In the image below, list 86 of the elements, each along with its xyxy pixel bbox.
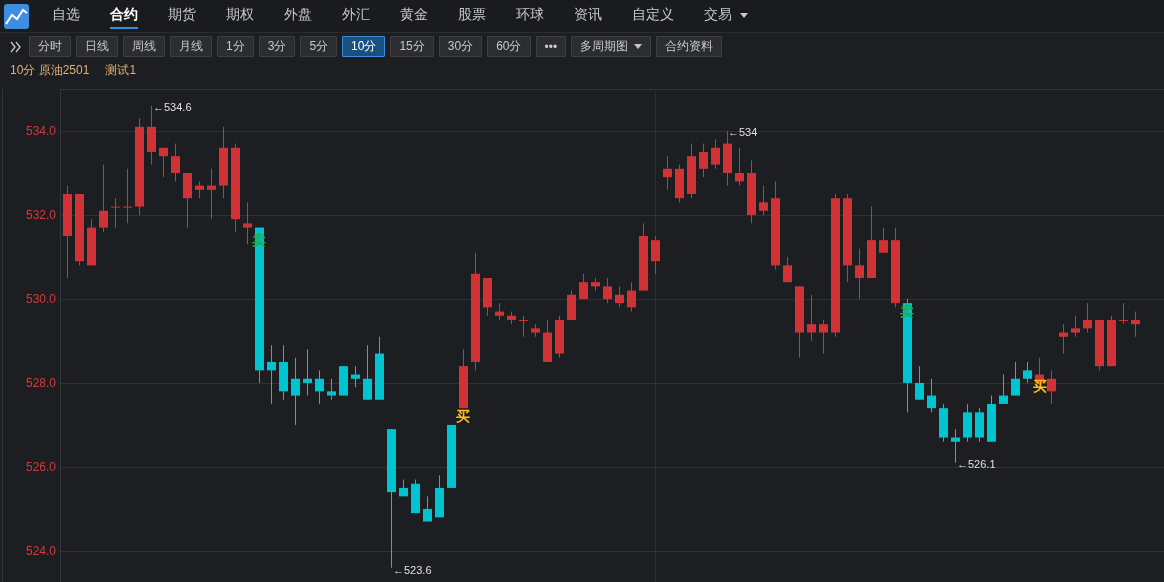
candlestick [1071, 315, 1080, 338]
candlestick [303, 348, 312, 397]
indicator-label: 测试1 [105, 62, 137, 79]
candlestick [651, 235, 660, 275]
nav-tab[interactable]: 自定义 [617, 0, 689, 33]
price-label: ←534 [728, 126, 758, 138]
candlestick [1023, 361, 1032, 384]
nav-tab[interactable]: 期权 [211, 0, 269, 33]
period-button[interactable]: 15分 [390, 36, 434, 57]
candlestick [243, 201, 252, 245]
candlestick [207, 168, 216, 220]
candlestick [999, 374, 1008, 405]
candlestick [123, 168, 132, 224]
period-button[interactable]: 5分 [300, 36, 338, 57]
candlestick [915, 365, 924, 401]
candlestick [291, 357, 300, 426]
candlestick [951, 428, 960, 464]
axis-label: 526.0 [25, 460, 56, 474]
period-button[interactable]: 合约资料 [656, 36, 723, 57]
price-label: ←523.6 [393, 564, 432, 576]
double-chevron-icon[interactable] [10, 40, 22, 53]
candlestick [699, 143, 708, 178]
candlestick [519, 315, 528, 338]
price-label: ←534.6 [153, 101, 192, 113]
candlestick [879, 227, 888, 254]
nav-tab[interactable]: 环球 [501, 0, 559, 33]
candlestick [1047, 369, 1056, 405]
candlestick [327, 378, 336, 401]
candlestick [171, 143, 180, 182]
candlestick [603, 277, 612, 304]
candlestick [111, 197, 120, 229]
nav-tab[interactable]: 自选 [37, 0, 95, 33]
nav-tab[interactable]: 期货 [153, 0, 211, 33]
period-button[interactable]: 1分 [217, 36, 254, 57]
axis-label: 534.0 [25, 124, 56, 138]
candlestick [99, 164, 108, 233]
period-button[interactable]: 周线 [123, 36, 165, 57]
period-button[interactable]: 10分 [342, 36, 386, 57]
candlestick [735, 147, 744, 187]
caret-icon [740, 12, 748, 18]
axis-label: 532.0 [25, 208, 56, 222]
candlestick [927, 378, 936, 413]
price-label: ←526.1 [957, 458, 996, 470]
period-button[interactable]: 月线 [170, 36, 212, 57]
nav-tab[interactable]: 外汇 [327, 0, 385, 33]
candlestick [615, 285, 624, 308]
candlestick [1059, 323, 1068, 355]
candlestick [855, 248, 864, 300]
nav-tab[interactable]: 合约 [95, 0, 153, 33]
period-button[interactable]: 60分 [487, 36, 531, 57]
candlestick [819, 319, 828, 355]
candlestick [807, 294, 816, 342]
candlestick [159, 147, 168, 178]
candlestick [363, 344, 372, 401]
candlestick [783, 256, 792, 283]
axis-label: 528.0 [25, 376, 56, 390]
candlestick [351, 365, 360, 388]
axis-label: 530.0 [25, 292, 56, 306]
candlestick [1083, 302, 1092, 334]
period-button[interactable]: ••• [535, 36, 567, 57]
period-button[interactable]: 30分 [438, 36, 483, 57]
candlestick [627, 281, 636, 313]
candlestick [1119, 302, 1128, 325]
period-button[interactable]: 分时 [29, 36, 71, 57]
candlestick [267, 344, 276, 405]
period-button[interactable]: 日线 [76, 36, 118, 57]
candlestick [423, 495, 432, 523]
caret-icon [634, 44, 643, 49]
candlestick [579, 273, 588, 300]
nav-tab[interactable]: 外盘 [269, 0, 327, 33]
candlestick [1131, 311, 1140, 338]
nav-tab[interactable]: 股票 [443, 0, 501, 33]
candlestick [711, 138, 720, 170]
buy-signal: 买 [456, 408, 470, 424]
logo-icon[interactable] [4, 3, 29, 29]
symbol-label: 10分 原油2501 [10, 62, 90, 79]
axis-label: 524.0 [25, 544, 56, 558]
dropdown-button[interactable]: 多周期图 [571, 36, 652, 57]
nav-tab[interactable]: 资讯 [559, 0, 617, 33]
candlestick [315, 369, 324, 405]
nav-tab[interactable]: 黄金 [385, 0, 443, 33]
candlestick [759, 185, 768, 216]
candlestick [663, 155, 672, 191]
candlestick [1011, 361, 1020, 397]
nav-tab[interactable]: 交易 [689, 0, 763, 33]
period-button[interactable]: 3分 [258, 36, 296, 57]
